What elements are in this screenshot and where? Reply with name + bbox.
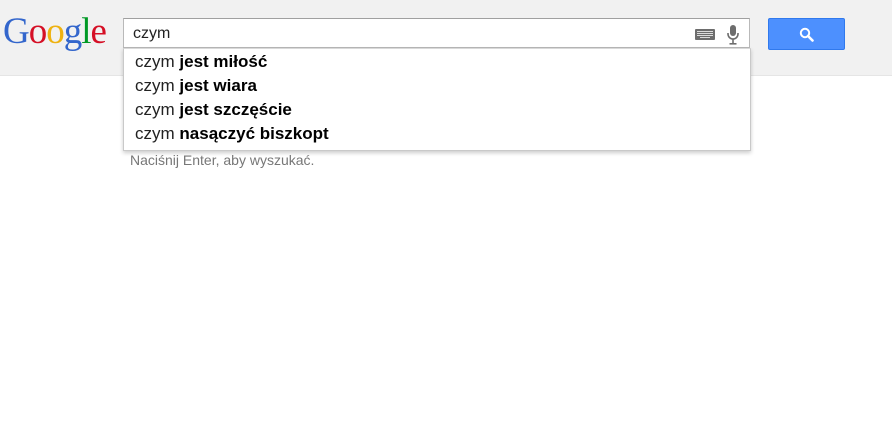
logo-letter: G	[3, 11, 30, 52]
logo-letter: g	[63, 11, 82, 52]
keyboard-icon[interactable]	[695, 29, 715, 40]
suggestion-prefix: czym	[135, 76, 175, 95]
suggestion-item[interactable]: czym nasączyć biszkopt	[124, 122, 750, 146]
suggestion-completion: nasączyć biszkopt	[179, 124, 329, 143]
suggestion-prefix: czym	[135, 52, 175, 71]
suggestion-completion: jest szczęście	[179, 100, 292, 119]
google-logo[interactable]: Google	[3, 11, 107, 52]
suggestion-item[interactable]: czym jest szczęście	[124, 98, 750, 122]
search-box[interactable]: czym	[123, 18, 750, 48]
search-button[interactable]	[768, 18, 845, 50]
suggestion-prefix: czym	[135, 100, 175, 119]
logo-letter: o	[28, 11, 47, 52]
suggestion-item[interactable]: czym jest miłość	[124, 50, 750, 74]
microphone-icon[interactable]	[726, 25, 740, 45]
magnifier-icon	[799, 27, 814, 42]
logo-letter: o	[46, 11, 64, 52]
suggestion-item[interactable]: czym jest wiara	[124, 74, 750, 98]
suggestions-dropdown: czym jest miłość czym jest wiara czym je…	[123, 48, 751, 151]
suggestion-prefix: czym	[135, 124, 175, 143]
enter-hint-text: Naciśnij Enter, aby wyszukać.	[130, 152, 315, 168]
suggestion-completion: jest miłość	[179, 52, 268, 71]
logo-letter: e	[90, 11, 107, 52]
suggestion-completion: jest wiara	[179, 76, 257, 95]
logo-letter: l	[81, 11, 91, 52]
search-input[interactable]: czym	[133, 24, 170, 44]
